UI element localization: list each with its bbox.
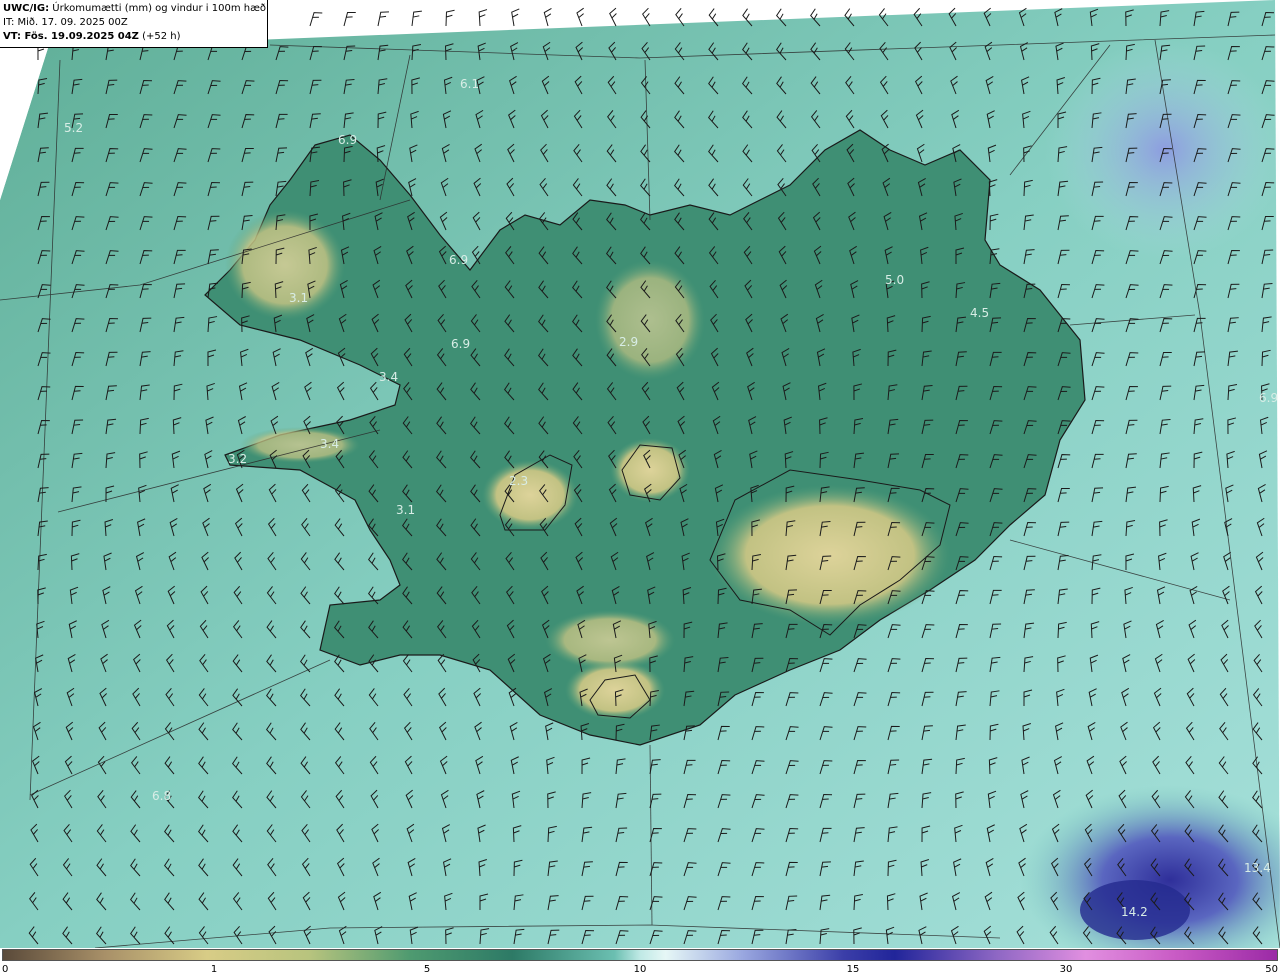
value-label: 3.1 xyxy=(289,291,308,305)
init-time: IT: Mið. 17. 09. 2025 00Z xyxy=(3,17,128,28)
legend-tick: 15 xyxy=(846,964,860,975)
legend-tick: 50 xyxy=(1265,964,1278,975)
wind-barb xyxy=(377,11,390,27)
value-label: 6.9 xyxy=(338,133,357,147)
langjokull xyxy=(482,460,578,530)
value-label: 5.0 xyxy=(885,273,904,287)
wind-barb xyxy=(609,7,617,27)
wind-barb xyxy=(576,7,584,27)
value-label: 3.4 xyxy=(379,370,398,384)
tröllaskagi-highland xyxy=(595,260,705,380)
value-label: 4.5 xyxy=(970,306,989,320)
wind-barb xyxy=(642,7,651,27)
valid-time: VT: Fös. 19.09.2025 04Z xyxy=(3,31,139,42)
value-label: 2.3 xyxy=(509,474,528,488)
wind-barb xyxy=(543,8,552,27)
legend-tick: 10 xyxy=(633,964,647,975)
value-label: 6.9 xyxy=(451,337,470,351)
value-label: 6.8 xyxy=(152,789,171,803)
product-title: Úrkomumætti (mm) og vindur i 100m hæð xyxy=(52,3,267,14)
legend-tick: 30 xyxy=(1059,964,1073,975)
value-label: 6.9 xyxy=(1259,391,1278,405)
snaefellsnes-highland xyxy=(240,427,360,463)
model-name: UWC/IG: xyxy=(3,3,50,14)
wind-barb xyxy=(343,11,356,27)
value-label: 14.2 xyxy=(1121,905,1148,919)
value-label: 5.2 xyxy=(64,121,83,135)
wind-barb xyxy=(511,8,520,27)
value-label: 6.1 xyxy=(460,77,479,91)
value-label: 2.9 xyxy=(619,335,638,349)
wind-barb xyxy=(309,12,323,27)
wind-barb xyxy=(411,10,422,27)
precipitation-wind-map: 5.2 6.1 6.9 6.9 6.9 3.1 3.4 3.4 3.2 3.1 … xyxy=(0,0,1280,948)
color-legend: 0 1 5 10 15 30 50 xyxy=(0,948,1280,978)
wind-barb xyxy=(478,9,488,27)
value-label: 3.1 xyxy=(396,503,415,517)
header-title-line: UWC/IG: Úrkomumætti (mm) og vindur i 100… xyxy=(3,2,267,16)
map-header: UWC/IG: Úrkomumætti (mm) og vindur i 100… xyxy=(0,0,268,48)
value-label: 6.9 xyxy=(449,253,468,267)
value-label: 3.2 xyxy=(228,452,247,466)
vatnajokull xyxy=(710,485,950,625)
legend-tick: 0 xyxy=(2,964,9,975)
value-label: 13.4 xyxy=(1244,861,1271,875)
legend-tick: 5 xyxy=(423,964,431,975)
legend-colorbar xyxy=(2,949,1278,961)
valid-time-line: VT: Fös. 19.09.2025 04Z (+52 h) xyxy=(3,30,264,44)
legend-tick: 1 xyxy=(210,964,218,975)
northeast-precip-area xyxy=(1045,40,1280,260)
forecast-hour: (+52 h) xyxy=(142,31,181,42)
wind-barb xyxy=(445,9,455,27)
value-label: 3.4 xyxy=(320,437,339,451)
